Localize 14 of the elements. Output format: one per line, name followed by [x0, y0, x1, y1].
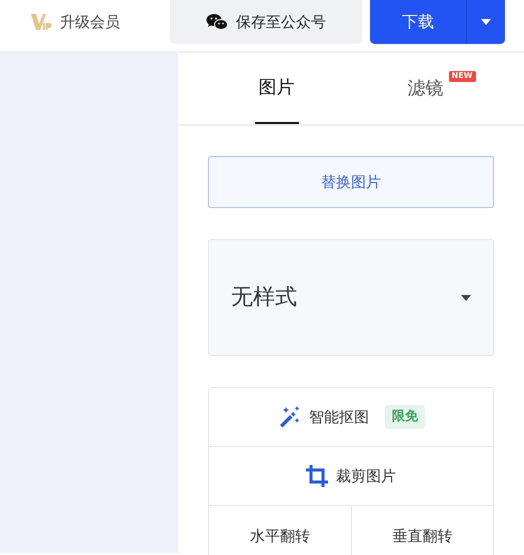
vip-logo-icon	[30, 13, 52, 31]
caret-icon	[461, 294, 471, 300]
crop-icon	[306, 465, 328, 487]
caret-icon	[481, 19, 491, 25]
download-options-button[interactable]	[466, 0, 505, 44]
smart-cutout-button[interactable]: 智能抠图 限免	[209, 388, 493, 447]
replace-image-button[interactable]: 替换图片	[208, 156, 494, 208]
free-badge: 限免	[385, 405, 425, 429]
style-dropdown[interactable]: 无样式	[208, 239, 494, 356]
new-badge: NEW	[448, 71, 476, 82]
save-to-official-account-button[interactable]: 保存至公众号	[170, 0, 362, 44]
wechat-icon	[206, 13, 228, 31]
upgrade-member-link[interactable]: 升级会员	[60, 10, 120, 34]
tab[interactable]: 图片	[254, 53, 298, 124]
